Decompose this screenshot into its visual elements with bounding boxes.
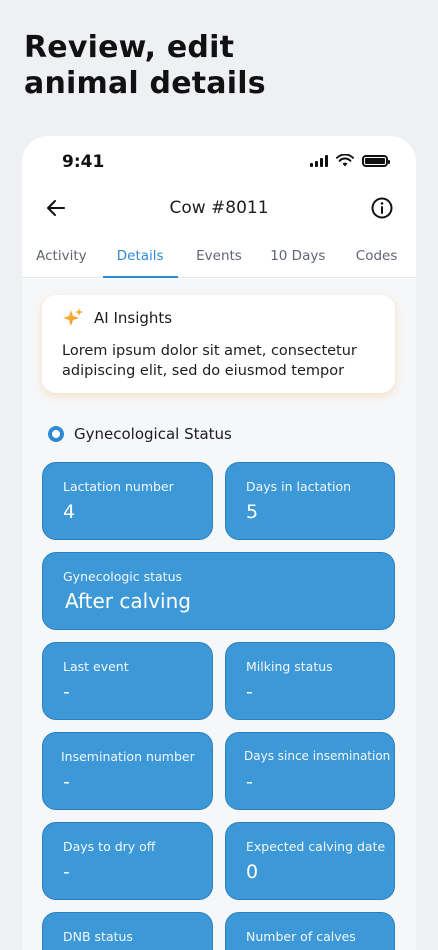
field-value: - (63, 771, 70, 793)
field-label: Days in lactation (246, 479, 352, 494)
tab-10-days[interactable]: 10 Days (258, 240, 337, 277)
nav-bar: Cow #8011 (22, 186, 416, 230)
status-time: 9:41 (62, 152, 105, 172)
ai-insights-title: AI Insights (94, 309, 173, 327)
ai-insights-card[interactable]: AI Insights Lorem ipsum dolor sit amet, … (42, 295, 395, 393)
field-days-to-dry-off[interactable]: Days to dry off - (42, 822, 213, 900)
field-days-since-insemination[interactable]: Days since insemination - (225, 732, 395, 810)
details-content: AI Insights Lorem ipsum dolor sit amet, … (22, 279, 416, 950)
field-label: Number of calves (246, 929, 356, 944)
tab-events[interactable]: Events (180, 240, 259, 277)
hero-line-2: animal details (24, 66, 266, 101)
field-label: Gynecologic status (63, 569, 183, 584)
field-label: Expected calving date (246, 839, 386, 854)
hero-heading: Review, edit animal details (24, 30, 266, 102)
field-last-event[interactable]: Last event - (42, 642, 213, 720)
tab-codes[interactable]: Codes (337, 240, 416, 277)
field-label: Last event (63, 659, 129, 674)
ai-insights-header: AI Insights (62, 307, 172, 329)
field-value: - (63, 861, 70, 883)
signal-icon (310, 154, 328, 167)
field-value: 4 (63, 501, 76, 523)
section-header: Gynecological Status (48, 425, 232, 443)
field-lactation-number[interactable]: Lactation number 4 (42, 462, 213, 540)
field-value: 5 (246, 501, 259, 523)
phone-frame: 9:41 Cow #8011 Activity Details Events 1… (22, 136, 416, 950)
field-label: Days to dry off (63, 839, 156, 854)
field-label: Lactation number (63, 479, 174, 494)
field-value: - (246, 681, 253, 703)
status-icons (310, 154, 390, 167)
tab-bar: Activity Details Events 10 Days Codes (22, 240, 416, 278)
battery-icon (362, 154, 390, 167)
ai-insights-text: Lorem ipsum dolor sit amet, consectetur … (62, 343, 357, 379)
tab-activity[interactable]: Activity (22, 240, 101, 277)
field-label: Insemination number (61, 749, 195, 764)
field-gynecologic-status[interactable]: Gynecologic status After calving (42, 552, 395, 630)
section-indicator-icon (48, 426, 64, 442)
field-dnb-status[interactable]: DNB status (42, 912, 213, 950)
field-value: 0 (246, 861, 259, 883)
field-number-of-calves[interactable]: Number of calves (225, 912, 395, 950)
tab-details[interactable]: Details (101, 240, 180, 278)
section-title: Gynecological Status (74, 425, 232, 443)
field-label: Days since insemination (244, 749, 391, 763)
field-label: Milking status (246, 659, 333, 674)
field-insemination-number[interactable]: Insemination number - (42, 732, 213, 810)
sparkle-icon (63, 308, 83, 326)
field-value: - (246, 771, 253, 793)
hero-line-1: Review, edit (24, 30, 235, 65)
status-bar: 9:41 (22, 136, 416, 186)
field-label: DNB status (63, 929, 133, 944)
field-days-in-lactation[interactable]: Days in lactation 5 (225, 462, 395, 540)
page-title: Cow #8011 (169, 198, 269, 218)
field-expected-calving-date[interactable]: Expected calving date 0 (225, 822, 395, 900)
info-circle-icon[interactable] (370, 196, 394, 220)
field-value: - (63, 681, 70, 703)
wifi-icon (336, 154, 354, 167)
field-milking-status[interactable]: Milking status - (225, 642, 395, 720)
field-value: After calving (65, 589, 191, 613)
